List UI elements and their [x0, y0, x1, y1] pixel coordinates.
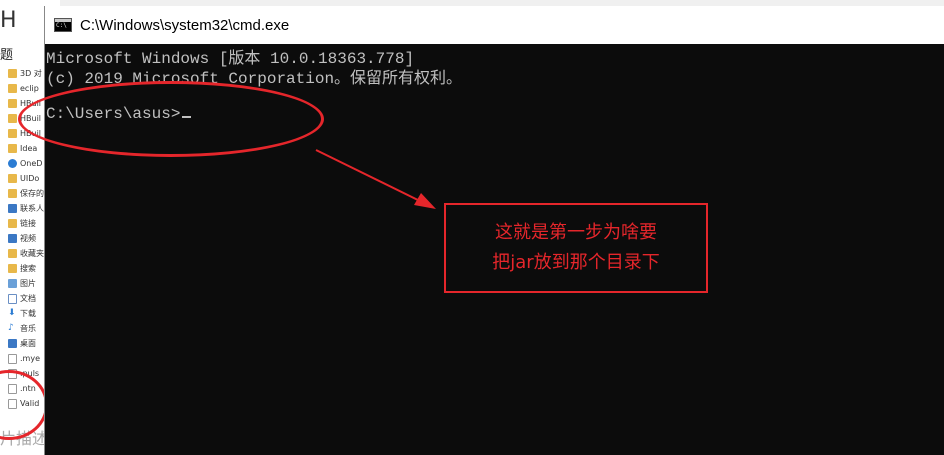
annotation-note-box: 这就是第一步为啥要 把jar放到那个目录下	[444, 203, 708, 293]
annotation-note-line1: 这就是第一步为啥要	[495, 222, 657, 243]
annotation-note-line2: 把jar放到那个目录下	[492, 252, 660, 273]
annotation-arrow-head	[414, 193, 436, 209]
annotation-arrow-shaft	[315, 149, 425, 204]
